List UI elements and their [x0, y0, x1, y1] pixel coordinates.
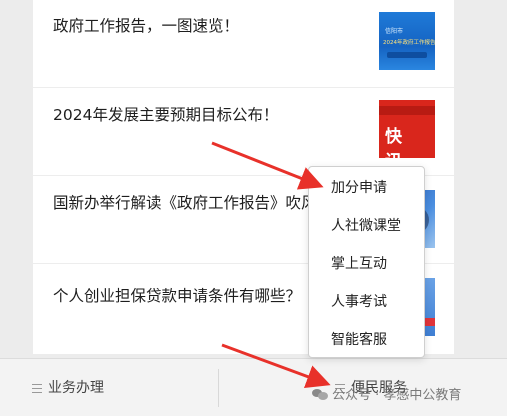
wechat-icon — [312, 388, 328, 401]
tab-divider — [218, 369, 219, 407]
menu-item-exam[interactable]: 人事考试 — [309, 283, 426, 321]
tab-label: 业务办理 — [48, 380, 104, 396]
tab-business[interactable]: 业务办理 — [32, 359, 104, 416]
menu-icon — [32, 384, 42, 393]
thumbnail-text: 2024年政府工作报告 — [383, 40, 435, 46]
menu-item-bonus-apply[interactable]: 加分申请 — [309, 169, 426, 207]
news-title[interactable]: 政府工作报告，一图速览！ — [53, 14, 383, 36]
watermark-text: 公众号 · 孝感中公教育 — [332, 388, 462, 403]
news-title[interactable]: 2024年发展主要预期目标公布！ — [53, 103, 383, 125]
menu-item-interaction[interactable]: 掌上互动 — [309, 245, 426, 283]
news-item[interactable]: 2024年发展主要预期目标公布！ 快 讯 — [33, 88, 454, 176]
thumbnail-band — [379, 106, 435, 115]
news-thumbnail[interactable]: 信阳市 2024年政府工作报告 — [379, 12, 435, 70]
news-thumbnail[interactable]: 快 讯 — [379, 100, 435, 158]
menu-item-micro-class[interactable]: 人社微课堂 — [309, 207, 426, 245]
thumbnail-text: 信阳市 — [385, 28, 404, 35]
menu-item-customer-service[interactable]: 智能客服 — [309, 321, 426, 359]
watermark: 公众号 · 孝感中公教育 — [312, 384, 461, 403]
popup-menu: 加分申请 人社微课堂 掌上互动 人事考试 智能客服 — [308, 166, 425, 358]
news-item[interactable]: 政府工作报告，一图速览！ 信阳市 2024年政府工作报告 — [33, 0, 454, 88]
thumbnail-text: 快 讯 — [385, 127, 406, 158]
thumbnail-bar — [387, 52, 427, 58]
